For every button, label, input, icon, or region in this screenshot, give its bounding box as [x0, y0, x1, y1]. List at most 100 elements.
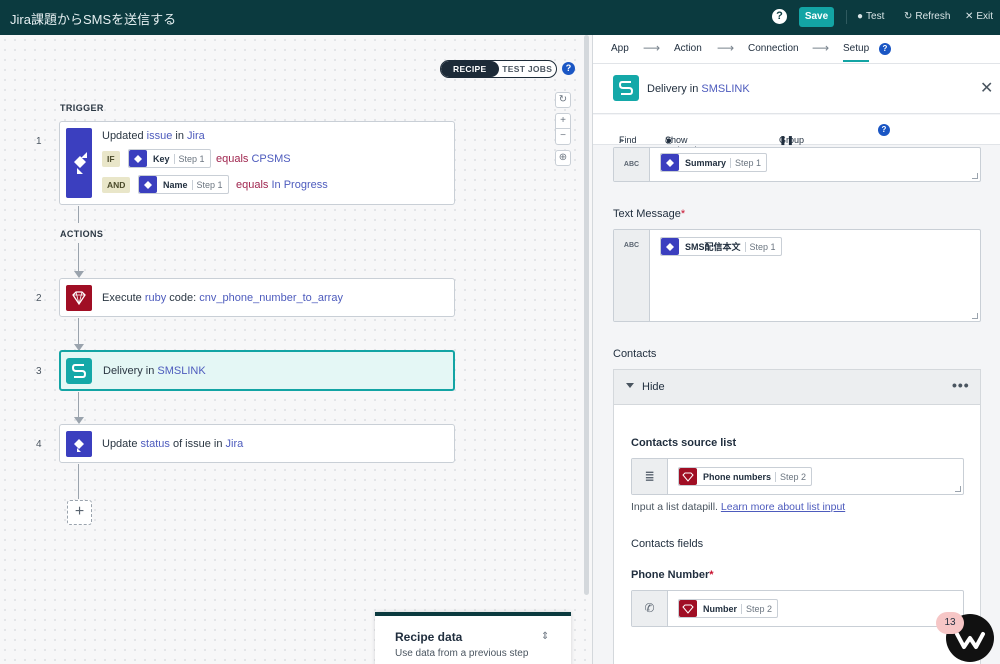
- help-icon[interactable]: ?: [879, 43, 891, 55]
- condition-and-tag: AND: [102, 177, 131, 193]
- help-icon[interactable]: ?: [772, 9, 787, 24]
- notification-badge: 13: [936, 612, 964, 634]
- step-card-ruby[interactable]: Execute ruby code: cnv_phone_number_to_a…: [59, 278, 455, 317]
- caret-down-icon: [626, 383, 634, 388]
- expand-toggle-icon[interactable]: ⇕: [541, 631, 549, 642]
- jira-icon: [66, 431, 92, 457]
- contacts-label: Contacts: [613, 348, 657, 360]
- connector-line: [78, 318, 79, 345]
- tab-test-jobs[interactable]: TEST JOBS: [499, 61, 557, 77]
- recipe-title[interactable]: Jira課題からSMSを送信する: [10, 9, 176, 28]
- connector-line: [78, 243, 79, 272]
- step-config-panel: App ⟶ Action ⟶ Connection ⟶ Setup ? Deli…: [592, 35, 1000, 664]
- jira-icon: [129, 150, 147, 167]
- contacts-source-label: Contacts source list: [631, 437, 737, 449]
- top-bar: Jira課題からSMSを送信する ? Save ● Test ↻ Refresh ✕…: [0, 0, 1000, 35]
- recipe-data-title: Recipe data: [395, 630, 463, 644]
- jira-icon: [66, 128, 92, 198]
- step-number: 3: [36, 366, 42, 377]
- datapill-sms-body[interactable]: SMS配信本文 Step 1: [660, 237, 782, 256]
- connector-line: [78, 206, 79, 223]
- view-toggle[interactable]: RECIPE TEST JOBS: [440, 60, 557, 78]
- learn-more-link[interactable]: Learn more about list input: [721, 501, 845, 513]
- list-icon: ≣: [632, 459, 668, 494]
- actions-label: ACTIONS: [60, 229, 104, 239]
- help-icon[interactable]: ?: [562, 62, 575, 75]
- step-card-trigger[interactable]: Updated issue in Jira IF Key Step 1 equal…: [59, 121, 455, 205]
- datapill-summary[interactable]: Summary Step 1: [660, 153, 768, 172]
- zoom-controls: + −: [555, 113, 571, 145]
- contacts-source-field[interactable]: ≣ Phone numbers Step 2: [631, 458, 964, 495]
- test-button[interactable]: ● Test: [857, 11, 884, 22]
- refresh-label: Refresh: [915, 11, 951, 22]
- text-message-label: Text Message*: [613, 208, 686, 220]
- zoom-in-button[interactable]: +: [556, 114, 570, 129]
- ruby-icon: [66, 285, 92, 311]
- datapill-number[interactable]: Number Step 2: [678, 599, 779, 618]
- step-card-update-jira[interactable]: Update status of issue in Jira: [59, 424, 455, 463]
- fit-view-button[interactable]: ⊕: [555, 150, 571, 166]
- text-type-gutter: ABC: [614, 148, 650, 181]
- add-step-button[interactable]: +: [67, 500, 92, 525]
- exit-button[interactable]: ✕ Exit: [965, 11, 993, 22]
- smslink-icon: [613, 75, 639, 101]
- phone-icon: ✆: [632, 591, 668, 626]
- recipe-data-panel[interactable]: Recipe data Use data from a previous ste…: [375, 612, 571, 664]
- condition-expression: equals In Progress: [236, 179, 328, 191]
- phone-number-field[interactable]: ✆ Number Step 2: [631, 590, 964, 627]
- step-title: Updated issue in Jira: [102, 130, 205, 142]
- test-label: Test: [866, 11, 885, 22]
- trigger-label: TRIGGER: [60, 103, 104, 113]
- hide-toggle[interactable]: Hide: [642, 381, 665, 393]
- reset-zoom-button[interactable]: ↻: [555, 92, 571, 108]
- recipe-canvas[interactable]: RECIPE TEST JOBS ? ↻ + − ⊕ TRIGGER 1 Upd…: [0, 35, 592, 664]
- more-options-icon[interactable]: •••: [952, 377, 970, 393]
- step-title: Delivery in SMSLINK: [103, 365, 206, 377]
- recipe-data-subtitle: Use data from a previous step: [395, 648, 529, 659]
- resize-handle[interactable]: [955, 486, 961, 492]
- crumb-connection[interactable]: Connection: [748, 43, 799, 54]
- jira-icon: [661, 154, 679, 171]
- condition-expression: equals CPSMS: [216, 153, 291, 165]
- canvas-scrollbar[interactable]: [584, 35, 589, 595]
- help-icon[interactable]: ?: [878, 124, 890, 136]
- phone-number-label: Phone Number*: [631, 569, 714, 581]
- divider: [846, 10, 847, 24]
- contacts-fields-label: Contacts fields: [631, 538, 704, 550]
- connector-line: [78, 392, 79, 418]
- resize-handle[interactable]: [972, 173, 978, 179]
- resize-handle[interactable]: [972, 313, 978, 319]
- crumb-app[interactable]: App: [611, 43, 629, 54]
- step-number: 2: [36, 293, 42, 304]
- wizard-breadcrumb: App ⟶ Action ⟶ Connection ⟶ Setup ?: [593, 35, 1000, 64]
- exit-label: Exit: [976, 11, 994, 22]
- connector-arrow: [74, 271, 84, 278]
- arrow-right-icon: ⟶: [812, 41, 830, 55]
- subject-field[interactable]: ABC Summary Step 1: [613, 147, 981, 182]
- step-card-smslink[interactable]: Delivery in SMSLINK: [59, 350, 455, 391]
- jira-icon: [661, 238, 679, 255]
- arrow-right-icon: ⟶: [717, 41, 735, 55]
- crumb-setup[interactable]: Setup: [843, 43, 870, 62]
- step-number: 4: [36, 439, 42, 450]
- refresh-icon: ↻: [904, 11, 913, 22]
- datapill-key[interactable]: Key Step 1: [128, 149, 211, 168]
- close-icon: ✕: [965, 11, 974, 22]
- zoom-out-button[interactable]: −: [556, 129, 570, 144]
- datapill-name[interactable]: Name Step 1: [138, 175, 229, 194]
- smslink-icon: [66, 358, 92, 384]
- crumb-action[interactable]: Action: [674, 43, 702, 54]
- close-icon[interactable]: ✕: [980, 78, 993, 98]
- step-title: Execute ruby code: cnv_phone_number_to_a…: [102, 292, 343, 304]
- save-button[interactable]: Save: [799, 7, 834, 27]
- contacts-group: Hide ••• Contacts source list ≣ Phone nu…: [613, 369, 981, 664]
- condition-if-tag: IF: [102, 151, 120, 167]
- datapill-phone-numbers[interactable]: Phone numbers Step 2: [678, 467, 813, 486]
- text-type-gutter: ABC: [614, 230, 650, 321]
- panel-title: Delivery in SMSLINK: [647, 83, 750, 95]
- contacts-collapse-header[interactable]: Hide •••: [614, 370, 980, 405]
- tab-recipe[interactable]: RECIPE: [441, 61, 499, 77]
- refresh-button[interactable]: ↻ Refresh: [904, 11, 950, 22]
- ruby-icon: [679, 600, 697, 617]
- text-message-field[interactable]: ABC SMS配信本文 Step 1: [613, 229, 981, 322]
